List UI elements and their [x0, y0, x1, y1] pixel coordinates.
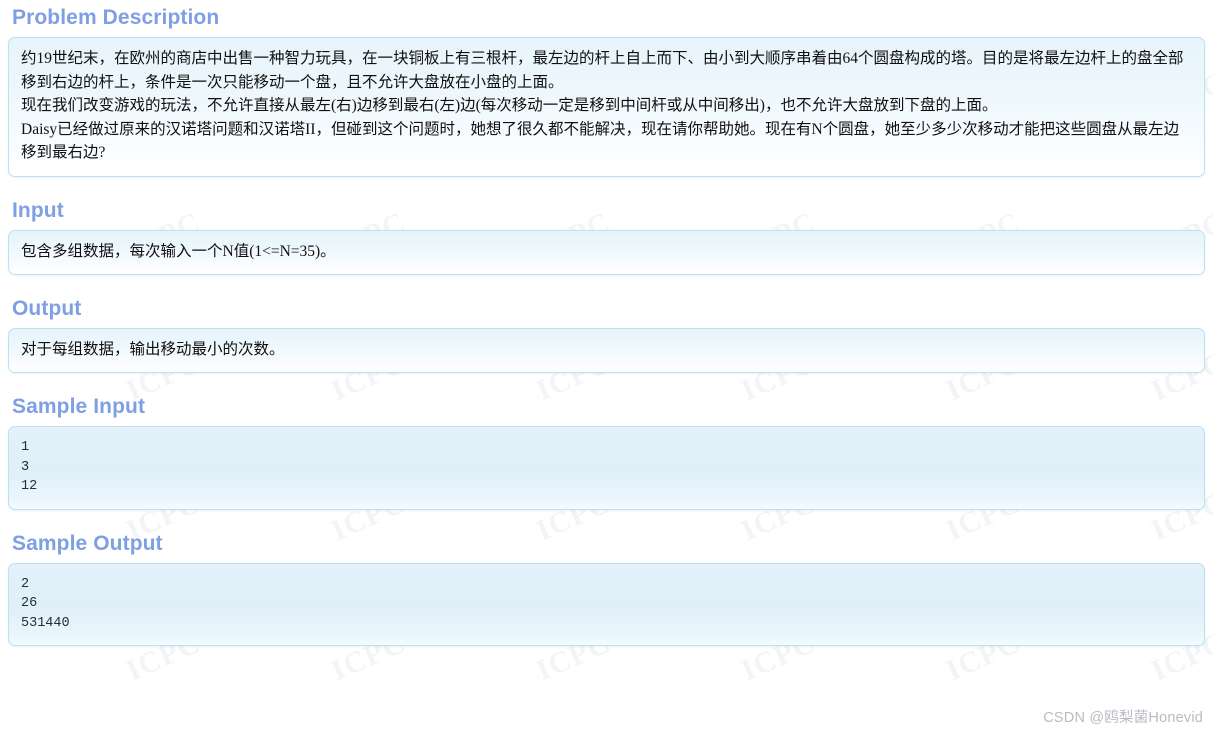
csdn-credit-watermark: CSDN @鸥梨菌Honevid: [1043, 710, 1203, 726]
panel-sample-input: 1 3 12: [8, 426, 1205, 510]
section-heading-output: Output: [12, 296, 82, 320]
sample-output-code: 2 26 531440: [21, 576, 70, 631]
problem-statement-page: Problem Description 约19世纪末，在欧州的商店中出售一种智力…: [0, 0, 1213, 647]
problem-description-text: 约19世纪末，在欧州的商店中出售一种智力玩具，在一块铜板上有三根杆，最左边的杆上…: [21, 50, 1184, 162]
panel-output: 对于每组数据，输出移动最小的次数。: [8, 327, 1205, 373]
panel-problem-description: 约19世纪末，在欧州的商店中出售一种智力玩具，在一块铜板上有三根杆，最左边的杆上…: [8, 37, 1205, 177]
section-heading-sample-input: Sample Input: [12, 394, 146, 418]
output-text: 对于每组数据，输出移动最小的次数。: [21, 340, 285, 358]
section-heading-input: Input: [12, 198, 64, 222]
panel-input: 包含多组数据，每次输入一个N值(1<=N=35)。: [8, 229, 1205, 275]
section-heading-problem-description: Problem Description: [12, 6, 220, 29]
section-heading-sample-output: Sample Output: [12, 531, 163, 555]
sample-input-code: 1 3 12: [21, 440, 38, 495]
panel-sample-output: 2 26 531440: [8, 562, 1205, 647]
input-text: 包含多组数据，每次输入一个N值(1<=N=35)。: [21, 242, 336, 260]
